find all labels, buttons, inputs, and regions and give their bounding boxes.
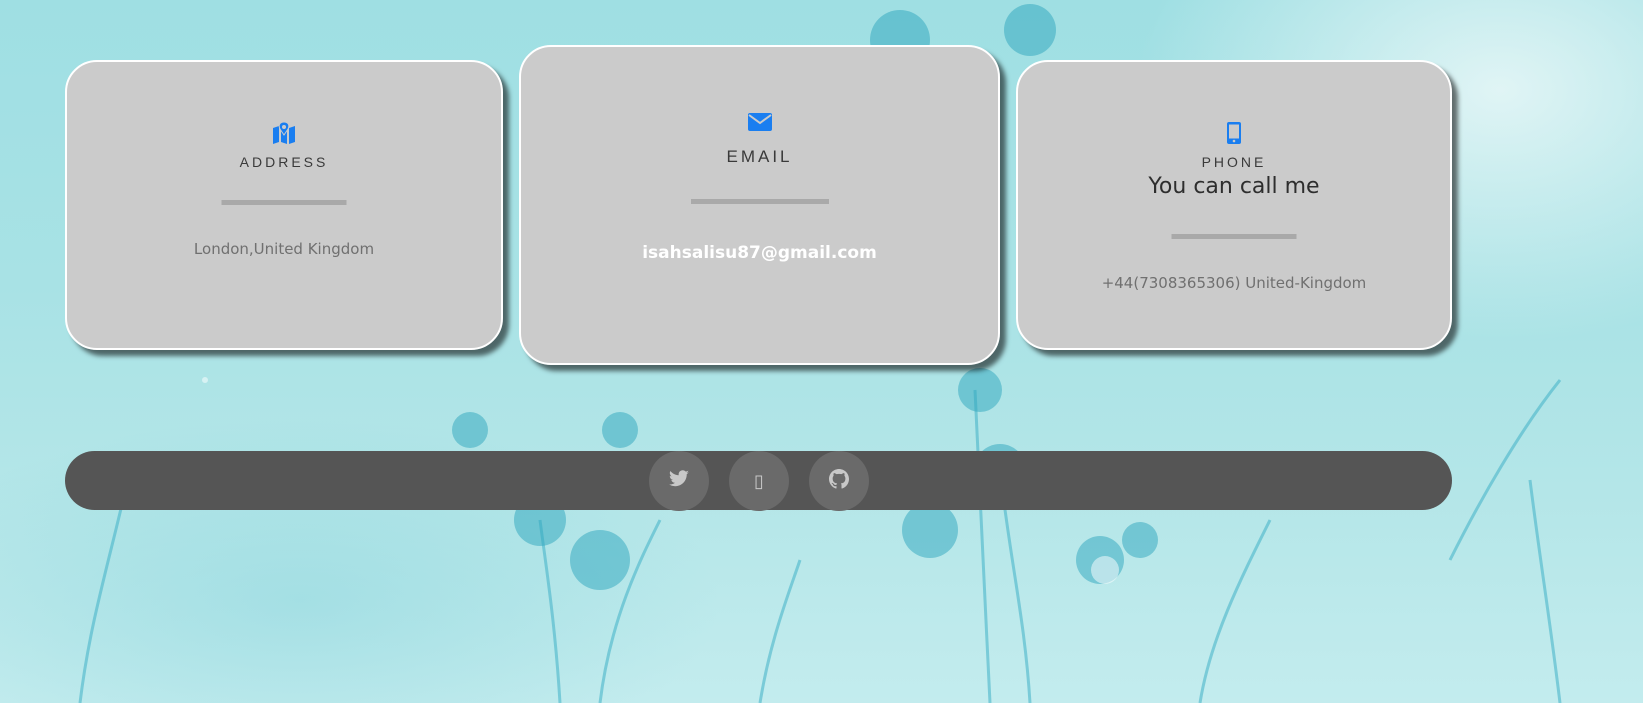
map-marker-icon — [272, 121, 296, 148]
phone-card: PHONE You can call me +44(7308365306) Un… — [1016, 60, 1452, 350]
address-value: London,United Kingdom — [193, 240, 375, 258]
social-link-2[interactable]: ▯ — [729, 451, 789, 511]
mobile-phone-icon — [1227, 122, 1241, 148]
address-card: ADDRESS London,United Kingdom — [65, 60, 503, 350]
twitter-link[interactable] — [649, 451, 709, 511]
address-divider — [221, 200, 347, 205]
github-icon — [829, 468, 849, 494]
phone-divider — [1171, 234, 1297, 239]
twitter-icon — [668, 469, 690, 493]
email-divider — [690, 199, 829, 204]
envelope-icon — [747, 113, 772, 135]
github-link[interactable] — [809, 451, 869, 511]
contact-page: ADDRESS London,United Kingdom EMAIL isah… — [0, 0, 1643, 703]
unknown-glyph-icon: ▯ — [754, 470, 764, 492]
phone-subtitle: You can call me — [1148, 174, 1320, 199]
phone-title: PHONE — [1201, 154, 1267, 170]
address-title: ADDRESS — [239, 154, 329, 170]
email-card: EMAIL isahsalisu87@gmail.com — [519, 45, 1000, 365]
phone-value[interactable]: +44(7308365306) United-Kingdom — [1018, 274, 1450, 292]
email-value[interactable]: isahsalisu87@gmail.com — [521, 243, 998, 263]
email-title: EMAIL — [726, 147, 793, 166]
